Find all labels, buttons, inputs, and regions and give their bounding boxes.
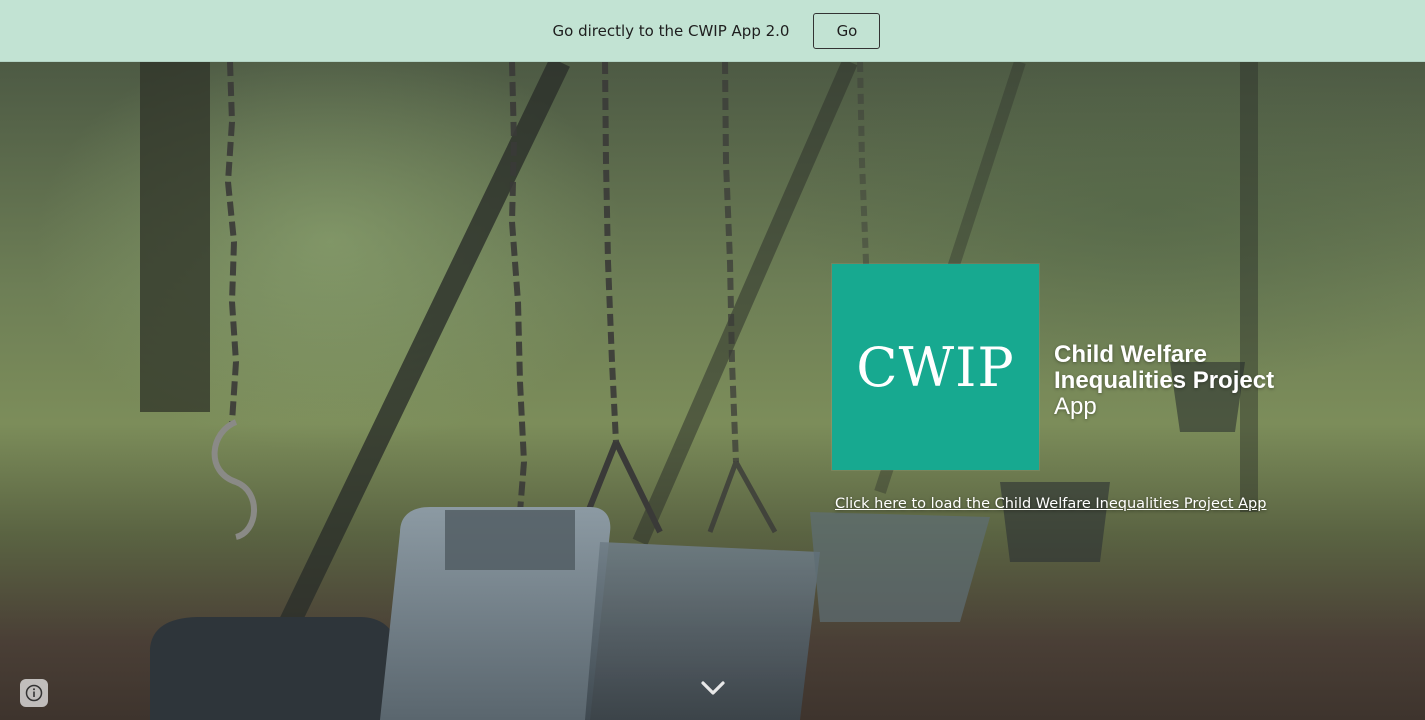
load-app-link[interactable]: Click here to load the Child Welfare Ine… — [835, 496, 1266, 512]
chevron-down-icon[interactable] — [700, 679, 726, 697]
info-icon — [25, 684, 43, 702]
project-title-line3: App — [1054, 393, 1097, 420]
project-title: Child Welfare Inequalities Project App — [1054, 342, 1274, 420]
top-banner: Go directly to the CWIP App 2.0 Go — [0, 0, 1425, 62]
cwip-logo: CWIP — [832, 264, 1039, 470]
project-title-line2: Inequalities Project — [1054, 367, 1275, 394]
go-button[interactable]: Go — [813, 12, 881, 49]
info-button[interactable] — [20, 679, 48, 707]
cwip-logo-text: CWIP — [856, 335, 1015, 399]
hero-section: CWIP Child Welfare Inequalities Project … — [0, 62, 1425, 720]
project-title-line1: Child Welfare — [1054, 341, 1207, 368]
banner-text: Go directly to the CWIP App 2.0 — [552, 21, 790, 40]
